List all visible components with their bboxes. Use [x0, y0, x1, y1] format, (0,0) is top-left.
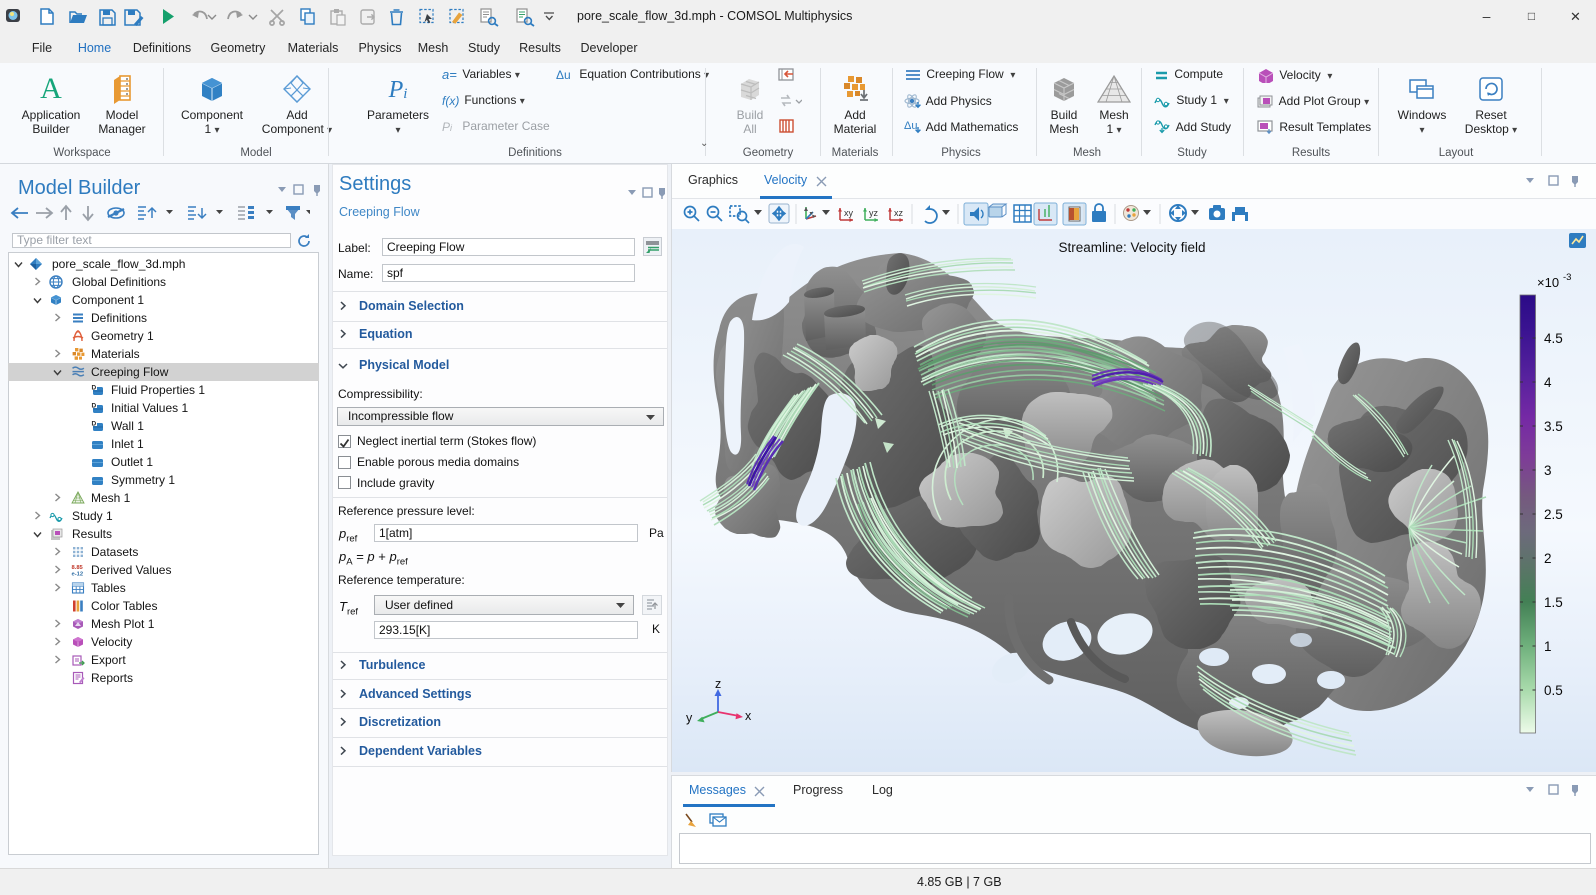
- svg-text:-3: -3: [1563, 272, 1571, 283]
- svg-text:Pi: Pi: [442, 120, 453, 134]
- svg-text:D: D: [92, 385, 97, 392]
- svg-text:8.85: 8.85: [72, 565, 84, 571]
- svg-text:3.5: 3.5: [1544, 419, 1563, 434]
- svg-text:4.5: 4.5: [1544, 331, 1563, 346]
- svg-text:2: 2: [1544, 551, 1552, 566]
- svg-text:1.5: 1.5: [1544, 595, 1563, 610]
- svg-text:a=: a=: [442, 68, 457, 82]
- svg-text:3: 3: [1544, 463, 1552, 478]
- svg-text:x: x: [745, 709, 752, 723]
- svg-text:D: D: [92, 403, 97, 410]
- svg-text:Pi: Pi: [388, 77, 408, 103]
- svg-text:A: A: [40, 74, 62, 104]
- svg-text:1: 1: [1544, 639, 1552, 654]
- svg-text:y: y: [686, 711, 693, 725]
- svg-text:e-12: e-12: [72, 572, 84, 578]
- svg-text:xy: xy: [844, 208, 854, 218]
- svg-text:2.5: 2.5: [1544, 507, 1563, 522]
- svg-text:0.5: 0.5: [1544, 683, 1563, 698]
- svg-text:×10: ×10: [1537, 275, 1559, 290]
- svg-text:4: 4: [1544, 375, 1552, 390]
- svg-text:Δu: Δu: [556, 68, 571, 82]
- svg-text:D: D: [92, 421, 97, 428]
- svg-text:yz: yz: [869, 208, 879, 218]
- svg-text:f(x): f(x): [442, 94, 459, 108]
- svg-text:z: z: [715, 677, 721, 691]
- svg-text:Streamline: Velocity field: Streamline: Velocity field: [1058, 240, 1205, 255]
- svg-text:xz: xz: [894, 208, 904, 218]
